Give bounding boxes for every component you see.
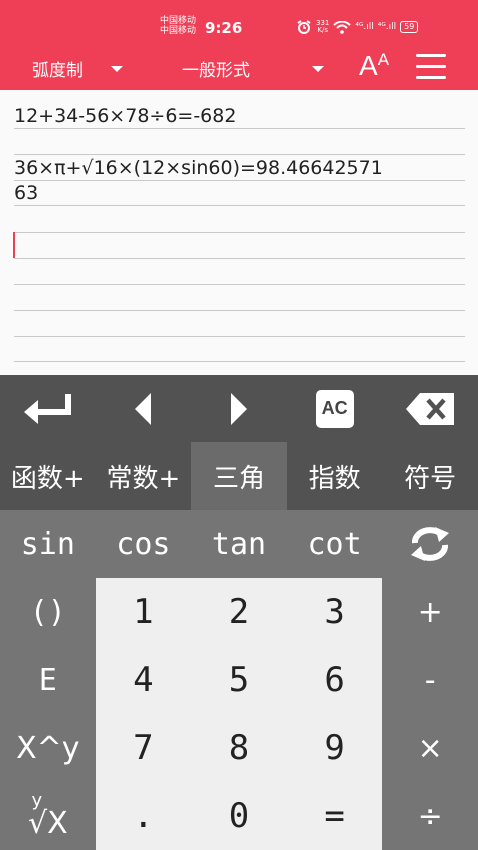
digit-3-key[interactable]: 3 xyxy=(287,578,383,646)
divider xyxy=(14,205,465,206)
root-key[interactable]: y √X xyxy=(0,782,96,850)
arrow-right-icon xyxy=(230,392,247,425)
ac-label: AC xyxy=(315,389,354,428)
tab-symbols[interactable]: 符号 xyxy=(382,442,478,510)
divider xyxy=(14,310,465,311)
cos-key[interactable]: cos xyxy=(96,510,192,578)
carrier-info: 中国移动 中国移动 xyxy=(160,16,196,36)
cot-key[interactable]: cot xyxy=(287,510,383,578)
display-format-dropdown[interactable]: 一般形式 xyxy=(182,56,324,81)
display-format-label: 一般形式 xyxy=(182,61,250,81)
enter-button[interactable] xyxy=(0,375,96,442)
history-expression[interactable]: 36×π+√16×(12×sin60)=98.46642571 xyxy=(14,156,383,180)
input-cursor xyxy=(13,232,15,258)
angle-mode-dropdown[interactable]: 弧度制 xyxy=(32,56,123,81)
carrier-1: 中国移动 xyxy=(160,16,197,26)
tan-key[interactable]: tan xyxy=(191,510,287,578)
digit-4-key[interactable]: 4 xyxy=(96,646,192,714)
chevron-down-icon xyxy=(312,65,324,72)
digit-7-key[interactable]: 7 xyxy=(96,714,192,782)
status-icons: 331 K/s ⁴ᴳ.ıll ⁴ᴳ.ıll 59 xyxy=(296,19,419,34)
alarm-icon xyxy=(297,20,311,34)
divide-key[interactable]: ÷ xyxy=(382,782,478,850)
backspace-button[interactable] xyxy=(382,375,478,442)
divider xyxy=(14,232,465,233)
history-expression-continued[interactable]: 63 xyxy=(14,181,38,205)
backspace-icon xyxy=(406,392,455,425)
toolbar: 弧度制 一般形式 AA xyxy=(0,44,478,90)
tab-exponent[interactable]: 指数 xyxy=(287,442,383,510)
digit-6-key[interactable]: 6 xyxy=(287,646,383,714)
minus-key[interactable]: - xyxy=(382,646,478,714)
enter-icon xyxy=(23,393,71,424)
parentheses-key[interactable]: () xyxy=(0,578,96,646)
chevron-down-icon xyxy=(111,65,123,72)
sync-icon xyxy=(411,527,450,561)
digit-8-key[interactable]: 8 xyxy=(191,714,287,782)
calculator-keyboard: AC 函数+ 常数+ 三角 指数 符号 sin cos tan cot () E… xyxy=(0,375,478,850)
status-bar: 中国移动 中国移动 9:26 331 K/s ⁴ᴳ.ıll ⁴ᴳ.ıll 59 xyxy=(0,0,478,44)
divider xyxy=(14,258,465,259)
category-tabs: 函数+ 常数+ 三角 指数 符号 xyxy=(0,442,478,510)
wifi-icon xyxy=(333,20,352,34)
font-size-button[interactable]: AA xyxy=(359,50,389,82)
swap-button[interactable] xyxy=(382,510,478,578)
digit-1-key[interactable]: 1 xyxy=(96,578,192,646)
digit-2-key[interactable]: 2 xyxy=(191,578,287,646)
divider xyxy=(14,336,465,337)
cursor-right-button[interactable] xyxy=(191,375,287,442)
divider xyxy=(14,180,465,181)
battery-icon: 59 xyxy=(400,21,419,33)
control-row: AC xyxy=(0,375,478,442)
tab-constants[interactable]: 常数+ xyxy=(96,442,192,510)
divider xyxy=(14,128,465,129)
menu-icon[interactable] xyxy=(416,54,446,80)
digit-9-key[interactable]: 9 xyxy=(287,714,383,782)
signal-icon-2: ⁴ᴳ.ıll xyxy=(377,22,397,32)
cursor-left-button[interactable] xyxy=(96,375,192,442)
expression-history[interactable]: 12+34-56×78÷6=-682 36×π+√16×(12×sin60)=9… xyxy=(0,90,478,375)
plus-key[interactable]: + xyxy=(382,578,478,646)
digit-0-key[interactable]: 0 xyxy=(191,782,287,850)
divider xyxy=(14,361,465,362)
angle-mode-label: 弧度制 xyxy=(32,61,83,81)
divider xyxy=(14,284,465,285)
clear-all-button[interactable]: AC xyxy=(287,375,383,442)
tab-trigonometry[interactable]: 三角 xyxy=(191,442,287,510)
divider xyxy=(14,154,465,155)
decimal-point-key[interactable]: . xyxy=(96,782,192,850)
multiply-key[interactable]: × xyxy=(382,714,478,782)
key-pad: sin cos tan cot () E X^y y √X 1 2 3 4 5 … xyxy=(0,510,478,850)
history-expression[interactable]: 12+34-56×78÷6=-682 xyxy=(14,104,236,128)
tab-functions[interactable]: 函数+ xyxy=(0,442,96,510)
net-speed: 331 K/s xyxy=(316,19,330,34)
sin-key[interactable]: sin xyxy=(0,510,96,578)
equals-key[interactable]: = xyxy=(287,782,383,850)
status-time: 9:26 xyxy=(205,19,243,37)
carrier-2: 中国移动 xyxy=(160,26,197,36)
digit-5-key[interactable]: 5 xyxy=(191,646,287,714)
exponent-e-key[interactable]: E xyxy=(0,646,96,714)
arrow-left-icon xyxy=(135,392,152,425)
power-key[interactable]: X^y xyxy=(0,714,96,782)
root-label: √X xyxy=(27,806,68,841)
signal-icon-1: ⁴ᴳ.ıll xyxy=(355,22,374,32)
